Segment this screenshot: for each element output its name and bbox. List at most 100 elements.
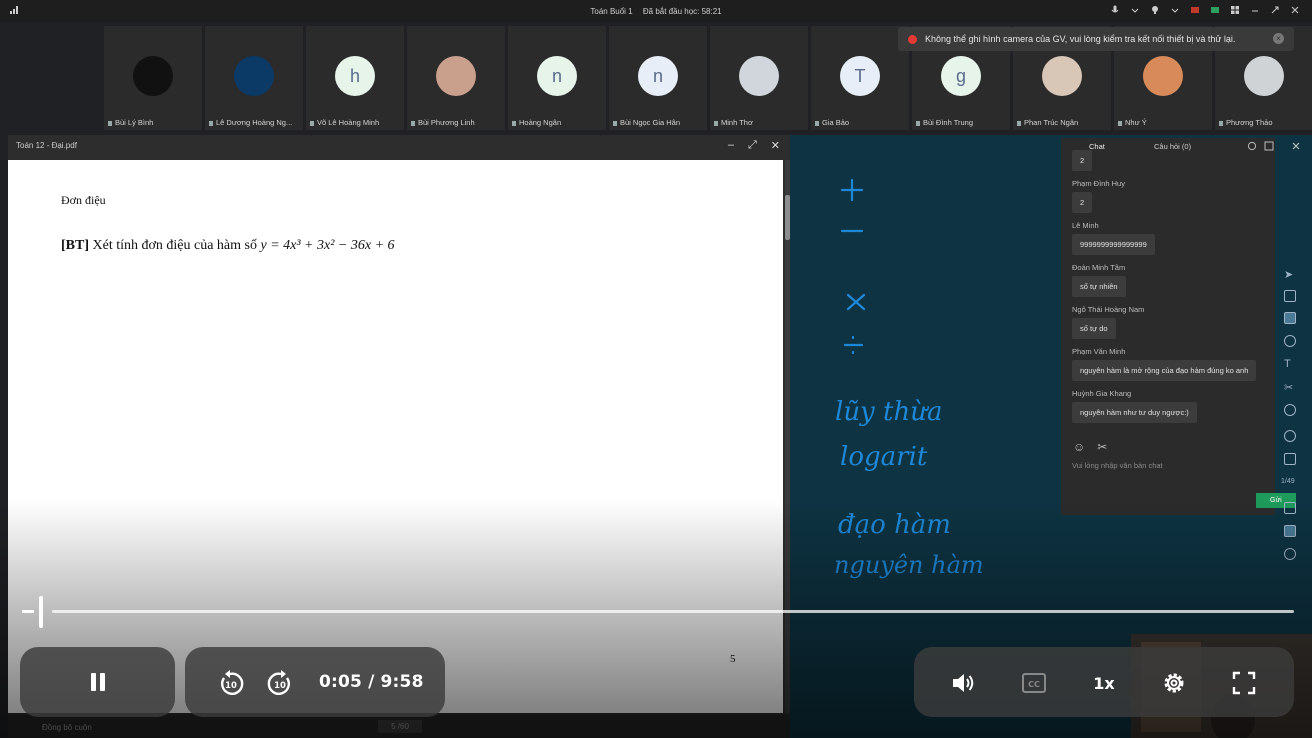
- exercise-tag: [BT]: [61, 238, 89, 253]
- forward-10-button[interactable]: 10: [262, 667, 298, 699]
- cloud-icon[interactable]: [1284, 430, 1296, 442]
- captions-button[interactable]: CC: [1016, 669, 1052, 697]
- participants-icon[interactable]: [1284, 548, 1296, 560]
- chat-toggle-icon[interactable]: [1284, 525, 1296, 537]
- pause-button[interactable]: [80, 667, 116, 697]
- page-heading: Đơn điệu: [61, 193, 106, 207]
- volume-button[interactable]: [946, 669, 982, 697]
- chat-tools: ☺ ✂: [1073, 440, 1107, 454]
- screen-icon[interactable]: [1210, 5, 1220, 15]
- page-indicator[interactable]: 5 /60: [378, 720, 422, 733]
- chat-sender: Phạm Văn Minh: [1072, 347, 1126, 356]
- pdf-window-controls: – ⤢ ✕: [728, 139, 780, 152]
- pdf-footer: Đồng bộ cuộn 5 /60: [8, 715, 790, 738]
- minimize-icon[interactable]: [1250, 5, 1260, 15]
- pdf-title-bar: Toán 12 - Đại.pdf – ⤢ ✕: [8, 135, 790, 157]
- pen-icon[interactable]: [1284, 312, 1296, 324]
- participant-name: Phương Thảo: [1219, 118, 1311, 127]
- close-icon[interactable]: [1290, 5, 1300, 15]
- chat-bubble: nguyên hàm như tư duy ngược:): [1072, 402, 1197, 423]
- participant-tile[interactable]: n Bùi Ngọc Gia Hân: [609, 26, 707, 130]
- pointer-icon[interactable]: ➤: [1284, 268, 1296, 281]
- scissors-icon[interactable]: ✂: [1284, 381, 1296, 394]
- avatar: T: [840, 56, 880, 96]
- participant-name: Võ Lê Hoàng Minh: [310, 118, 402, 127]
- time-separator: /: [368, 672, 375, 692]
- playback-speed-button[interactable]: 1x: [1086, 669, 1122, 697]
- meeting-status: Đã bắt đầu học: 58:21: [642, 7, 722, 16]
- chevron-down-icon[interactable]: [1130, 5, 1140, 15]
- chevron-down-icon[interactable]: [1170, 5, 1180, 15]
- toast-message: Không thể ghi hình camera của GV, vui lò…: [925, 34, 1236, 44]
- avatar: [1143, 56, 1183, 96]
- participant-tile[interactable]: Minh Thơ: [710, 26, 808, 130]
- pdf-page: Đơn điệu [BT] Xét tính đơn điệu của hàm …: [8, 160, 783, 713]
- participant-name: Hoàng Ngân: [512, 118, 604, 127]
- fullscreen-icon: [1232, 671, 1256, 695]
- chat-messages: 2 Phạm Đình Huy 2 Lê Minh 9999999999999999 Đo…: [1072, 150, 1268, 423]
- rewind-10-icon: 10: [221, 670, 244, 695]
- participant-name: Gia Bảo: [815, 118, 907, 127]
- lightbulb-icon[interactable]: [1150, 5, 1160, 15]
- exercise-line: [BT] Xét tính đơn điệu của hàm số y = 4x…: [61, 238, 395, 254]
- participant-tile[interactable]: n Hoàng Ngân: [508, 26, 606, 130]
- seek-group: 10 10 0:05/9:58: [185, 647, 445, 717]
- exercise-text: Xét tính đơn điệu của hàm số: [92, 238, 257, 253]
- close-icon[interactable]: [1291, 141, 1301, 151]
- emoji-icon[interactable]: ☺: [1073, 440, 1085, 454]
- eraser-icon[interactable]: [1284, 453, 1296, 465]
- toast-close-button[interactable]: ×: [1273, 33, 1284, 44]
- participant-name: Bùi Phương Linh: [411, 118, 503, 127]
- page-counter: 1/49: [1281, 478, 1295, 485]
- pdf-expand-button[interactable]: ⤢: [748, 139, 757, 152]
- svg-text:CC: CC: [1028, 680, 1040, 689]
- avatar: [133, 56, 173, 96]
- participant-tile[interactable]: Bùi Lý Bình: [104, 26, 202, 130]
- chat-bubble: 2: [1072, 150, 1093, 171]
- rewind-10-button[interactable]: 10: [213, 667, 249, 699]
- chat-message: Phạm Đình Huy 2: [1072, 179, 1268, 213]
- chat-sender: Đoàn Minh Tâm: [1072, 263, 1126, 272]
- chat-sender: Ngô Thái Hoàng Nam: [1072, 305, 1145, 314]
- pdf-close-button[interactable]: ✕: [771, 139, 780, 152]
- gear-icon: [1164, 673, 1184, 693]
- participant-tile[interactable]: Lê Dương Hoàng Ng...: [205, 26, 303, 130]
- avatar: [234, 56, 274, 96]
- current-time: 0:05: [319, 672, 363, 692]
- avatar: [739, 56, 779, 96]
- fullscreen-button[interactable]: [1226, 669, 1262, 697]
- sync-scroll-toggle[interactable]: Đồng bộ cuộn: [42, 723, 92, 732]
- grid-icon[interactable]: [1230, 5, 1240, 15]
- text-icon[interactable]: T: [1284, 358, 1296, 370]
- progress-scrubber[interactable]: [38, 596, 43, 628]
- chat-sender: Phạm Đình Huy: [1072, 179, 1125, 188]
- chat-message: Phạm Văn Minh nguyên hàm là mở rộng của đ…: [1072, 347, 1268, 381]
- board-export-icon[interactable]: [1284, 502, 1296, 514]
- pdf-minimize-button[interactable]: –: [728, 139, 734, 152]
- chat-bubble: nguyên hàm là mở rộng của đạo hàm đúng k…: [1072, 360, 1257, 381]
- meeting-recording-player: Toán Buổi 1 Đã bắt đầu học: 58:21 Bùi Lý…: [0, 0, 1312, 738]
- note-derivative: đạo hàm: [838, 510, 951, 540]
- participant-tile[interactable]: h Võ Lê Hoàng Minh: [306, 26, 404, 130]
- play-pause-group: [20, 647, 175, 717]
- avatar: [1042, 56, 1082, 96]
- participant-tile[interactable]: T Gia Bảo: [811, 26, 909, 130]
- restore-icon[interactable]: [1270, 5, 1280, 15]
- avatar: h: [335, 56, 375, 96]
- progress-track[interactable]: [52, 610, 1294, 613]
- chat-bubble: 9999999999999999: [1072, 234, 1155, 255]
- participant-tile[interactable]: Bùi Phương Linh: [407, 26, 505, 130]
- chat-input[interactable]: Vui lòng nhập văn bản chat: [1072, 461, 1163, 470]
- microphone-icon[interactable]: [1110, 5, 1120, 15]
- scissors-icon[interactable]: ✂: [1097, 440, 1107, 454]
- record-icon[interactable]: [1190, 5, 1200, 15]
- shape-icon[interactable]: [1284, 404, 1296, 416]
- pdf-window-title: Toán 12 - Đại.pdf: [16, 141, 77, 150]
- chat-message: Ngô Thái Hoàng Nam số tự do: [1072, 305, 1268, 339]
- participant-name: Như Ý: [1118, 118, 1210, 127]
- select-icon[interactable]: [1284, 290, 1296, 302]
- duration: 9:58: [380, 672, 424, 692]
- settings-button[interactable]: [1156, 669, 1192, 697]
- chat-message: Đoàn Minh Tâm số tự nhiên: [1072, 263, 1268, 297]
- highlighter-icon[interactable]: [1284, 335, 1296, 347]
